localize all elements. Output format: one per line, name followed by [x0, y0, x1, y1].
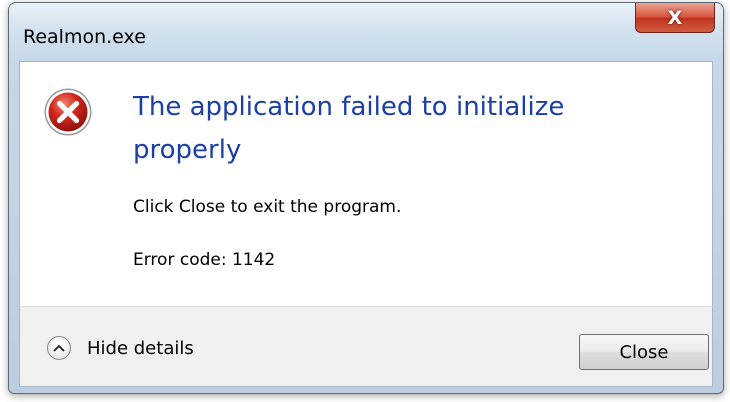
hide-details-toggle[interactable]: Hide details — [47, 336, 194, 360]
content-line-error-code: Error code: 1142 — [133, 250, 276, 270]
dialog-content: The application failed to initialize pro… — [19, 61, 713, 306]
window-close-button[interactable]: X — [635, 3, 715, 33]
dialog-window: Realmon.exe X The application failed to … — [8, 2, 724, 394]
chevron-up-icon[interactable] — [47, 336, 71, 360]
close-icon: X — [667, 6, 683, 29]
hide-details-label[interactable]: Hide details — [87, 338, 194, 359]
main-instruction: The application failed to initialize pro… — [133, 92, 565, 165]
window-title: Realmon.exe — [23, 26, 146, 48]
close-button[interactable]: Close — [579, 334, 709, 370]
dialog-footer: Hide details Close — [19, 306, 713, 387]
title-bar[interactable]: Realmon.exe X — [9, 3, 723, 61]
error-icon — [44, 88, 92, 136]
content-line-exit: Click Close to exit the program. — [133, 197, 402, 217]
